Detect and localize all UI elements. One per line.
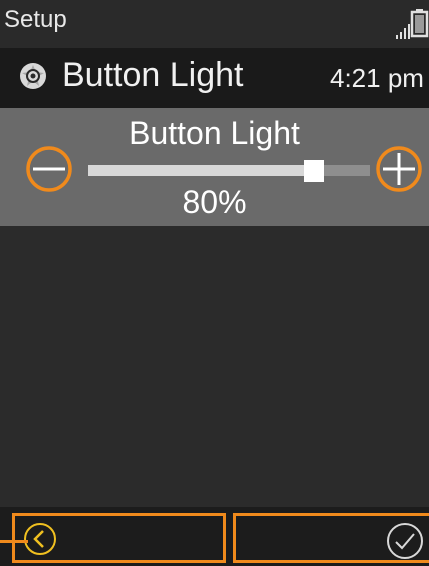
battery-icon — [410, 9, 429, 38]
slider-thumb[interactable] — [303, 160, 324, 182]
page-title: Button Light — [62, 56, 244, 94]
slider-panel: Button Light 80% — [0, 108, 429, 226]
status-title: Setup — [4, 6, 67, 33]
brightness-slider[interactable] — [88, 160, 370, 182]
softkey-bar — [0, 507, 429, 566]
header-bar: Button Light 4:21 pm — [0, 48, 429, 108]
device-screen: Setup Button Light 4:21 pm Button Light — [0, 0, 429, 566]
back-softkey[interactable] — [12, 513, 226, 563]
status-bar: Setup — [0, 0, 429, 48]
settings-gear-icon — [20, 63, 46, 89]
clock-time: 4:21 pm — [330, 63, 424, 93]
callout-line — [0, 540, 28, 543]
checkmark-icon — [387, 523, 423, 559]
back-chevron-icon — [24, 523, 56, 555]
confirm-softkey[interactable] — [233, 513, 429, 563]
slider-value: 80% — [182, 184, 247, 220]
slider-fill — [88, 165, 314, 176]
